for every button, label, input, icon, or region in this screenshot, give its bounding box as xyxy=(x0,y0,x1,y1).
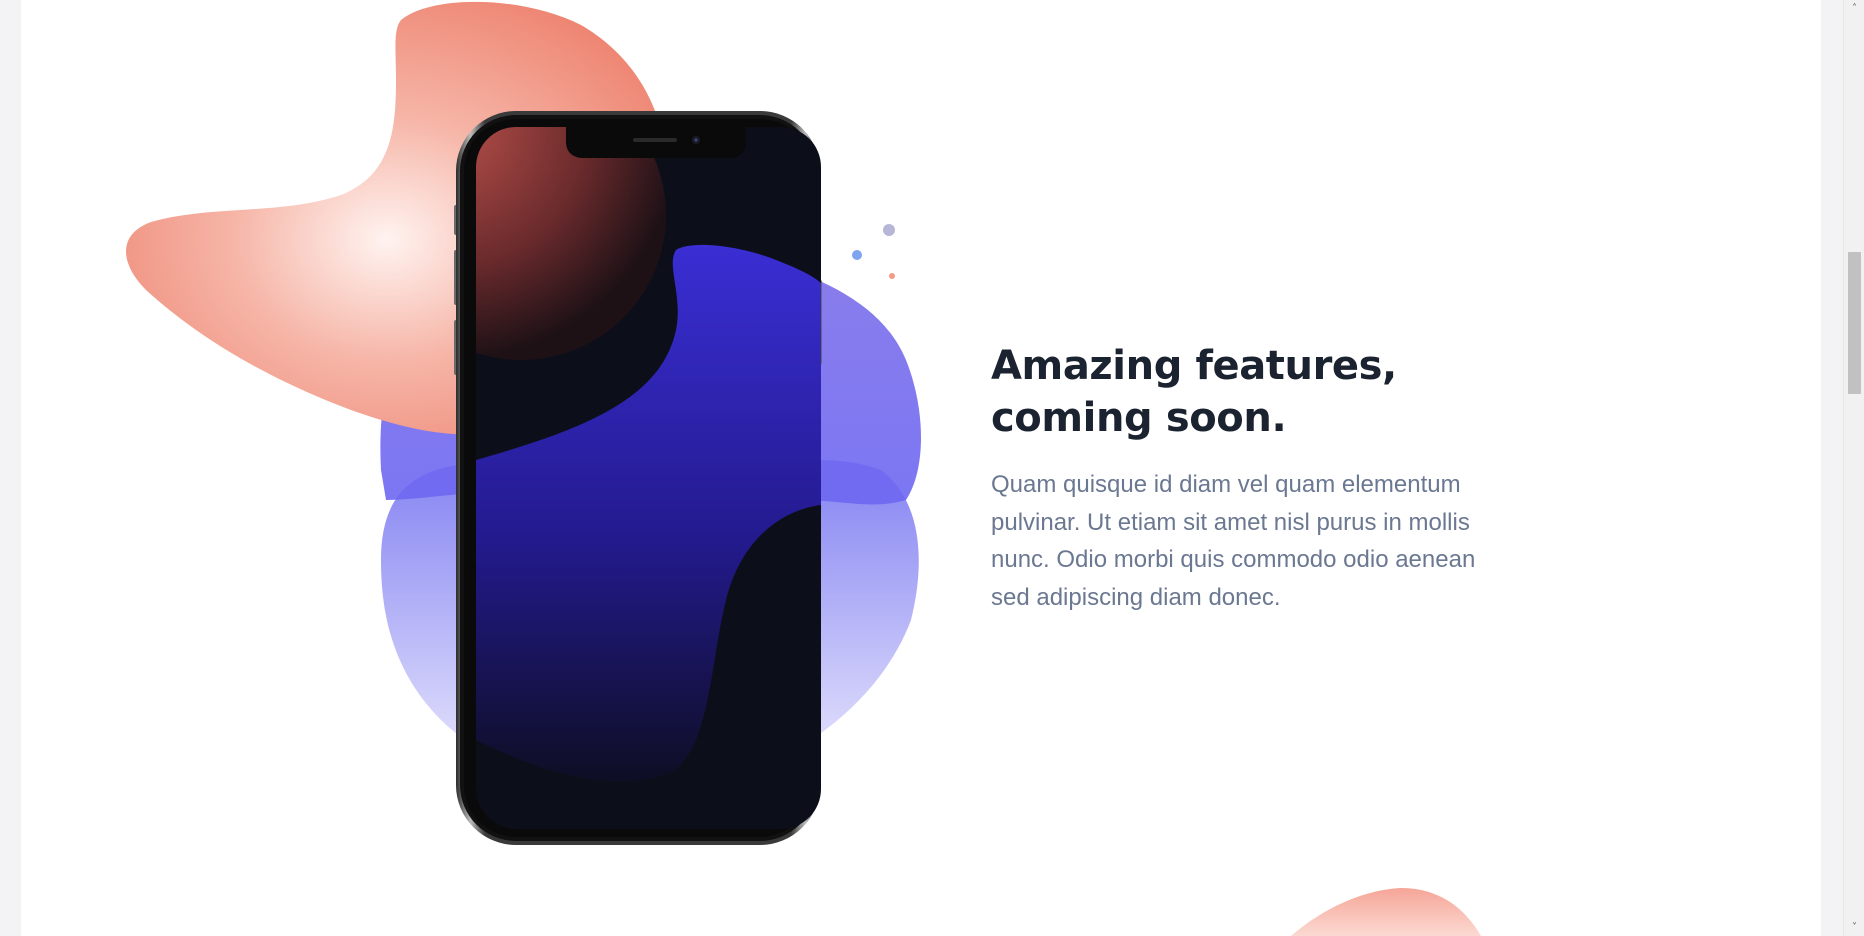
feature-description: Quam quisque id diam vel quam elementum … xyxy=(991,471,1476,611)
coral-blob-bottom xyxy=(1291,888,1481,936)
decor-dots xyxy=(852,224,895,279)
vertical-scrollbar[interactable]: ˄ ˅ xyxy=(1843,0,1864,936)
feature-headline-line1: Amazing features, xyxy=(991,343,1397,389)
scroll-down-arrow-icon[interactable]: ˅ xyxy=(1844,919,1864,936)
feature-copy: Amazing features, coming soon. Quam quis… xyxy=(991,340,1511,616)
feature-headline-line2: coming soon. xyxy=(991,395,1287,441)
page-content: Amazing features, coming soon. Quam quis… xyxy=(21,0,1821,936)
hero-illustration xyxy=(126,1,1481,936)
scroll-up-arrow-icon[interactable]: ˄ xyxy=(1844,0,1864,17)
feature-headline: Amazing features, coming soon. xyxy=(991,340,1511,444)
scroll-thumb[interactable] xyxy=(1848,252,1861,394)
